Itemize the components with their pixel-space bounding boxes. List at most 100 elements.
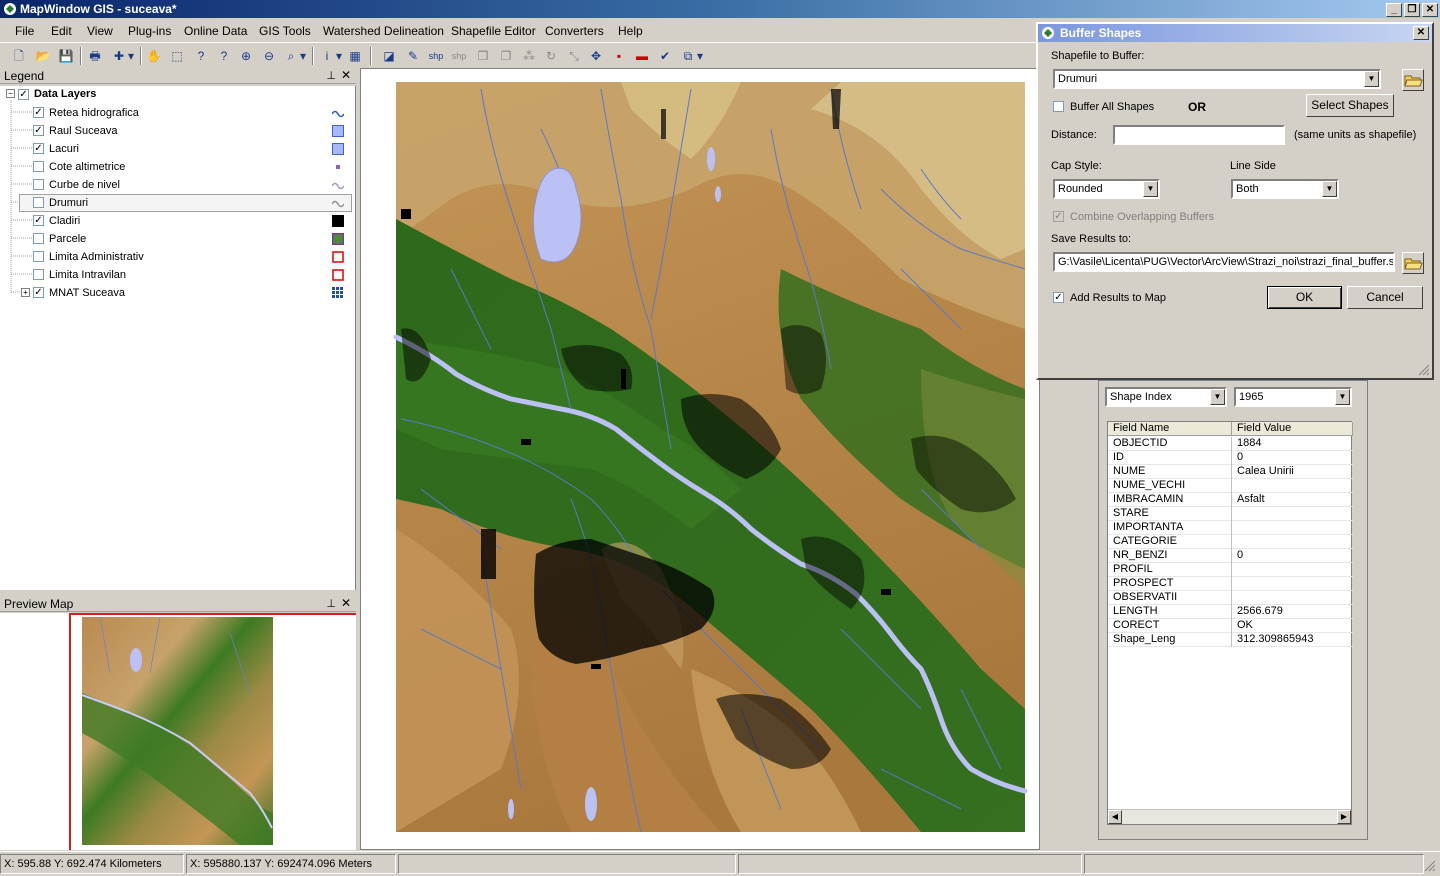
line-side-select[interactable]: Both ▼ xyxy=(1231,179,1339,199)
attribute-grid[interactable]: Field Name Field Value OBJECTID 1884 ID 0 NU… xyxy=(1107,421,1353,825)
map-view[interactable] xyxy=(360,68,1040,850)
distance-input[interactable] xyxy=(1113,125,1285,145)
layer-checkbox[interactable] xyxy=(33,161,44,172)
scroll-left-icon[interactable]: ◀ xyxy=(1108,810,1122,824)
move-icon[interactable]: ✥ xyxy=(587,47,605,65)
rotate-icon[interactable]: ↻ xyxy=(542,47,560,65)
resize-icon[interactable]: ⤡ xyxy=(565,47,583,65)
expand-icon[interactable]: + xyxy=(21,288,30,297)
preview-map[interactable] xyxy=(0,613,356,850)
info-dropdown-icon[interactable]: ▾ xyxy=(334,47,344,65)
chevron-down-icon[interactable]: ▼ xyxy=(1143,181,1158,197)
menu-view[interactable]: View xyxy=(87,24,113,38)
buffer-all-checkbox[interactable] xyxy=(1053,101,1064,112)
close-button[interactable]: ✕ xyxy=(1422,3,1438,17)
copy-shape-icon[interactable]: ❐ xyxy=(474,47,492,65)
attribute-row[interactable]: CATEGORIE xyxy=(1108,535,1353,549)
restore-button[interactable]: ❐ xyxy=(1404,3,1420,17)
add-results-checkbox[interactable]: ✓ xyxy=(1053,292,1064,303)
map-canvas[interactable] xyxy=(361,69,1039,849)
shp-tool-2-icon[interactable]: shp xyxy=(449,47,469,65)
add-shape-icon[interactable]: ✎ xyxy=(404,47,422,65)
field-value-cell[interactable]: 2566.679 xyxy=(1237,605,1283,617)
resize-grip-icon[interactable] xyxy=(1418,364,1430,376)
legend-layer-limita-administrativ[interactable]: Limita Administrativ xyxy=(0,248,356,266)
chevron-down-icon[interactable]: ▼ xyxy=(1364,71,1379,87)
chevron-down-icon[interactable]: ▼ xyxy=(1322,181,1337,197)
legend-layer-curbe-de-nivel[interactable]: Curbe de nivel xyxy=(0,176,356,194)
group-checkbox[interactable]: ✓ xyxy=(18,89,29,100)
attribute-table-icon[interactable]: ▦ xyxy=(346,47,364,65)
legend-layer-parcele[interactable]: Parcele xyxy=(0,230,356,248)
browse-save-button[interactable] xyxy=(1402,252,1424,274)
layer-checkbox[interactable]: ✓ xyxy=(33,107,44,118)
field-value-cell[interactable]: Calea Unirii xyxy=(1237,465,1294,477)
legend-layer-cladiri[interactable]: ✓ Cladiri xyxy=(0,212,356,230)
shape-index-field-select[interactable]: Shape Index ▼ xyxy=(1105,387,1227,407)
shapefile-select[interactable]: Drumuri ▼ xyxy=(1053,69,1381,89)
attribute-row[interactable]: IMPORTANTA xyxy=(1108,521,1353,535)
attribute-row[interactable]: NUME_VECHI xyxy=(1108,479,1353,493)
menu-online-data[interactable]: Online Data xyxy=(184,24,247,38)
field-value-cell[interactable]: 1884 xyxy=(1237,437,1261,449)
attribute-row[interactable]: ID 0 xyxy=(1108,451,1353,465)
field-value-cell[interactable]: 0 xyxy=(1237,549,1243,561)
attribute-row[interactable]: LENGTH 2566.679 xyxy=(1108,605,1353,619)
layer-checkbox[interactable] xyxy=(33,251,44,262)
attribute-row[interactable]: CORECT OK xyxy=(1108,619,1353,633)
pin-icon[interactable]: ⊥ xyxy=(326,597,336,610)
select-shapes-button[interactable]: Select Shapes xyxy=(1306,94,1394,117)
collapse-icon[interactable]: − xyxy=(6,89,15,98)
field-value-cell[interactable]: OK xyxy=(1237,619,1253,631)
attribute-row[interactable]: STARE xyxy=(1108,507,1353,521)
field-value-cell[interactable]: Asfalt xyxy=(1237,493,1265,505)
menu-plugins[interactable]: Plug-ins xyxy=(128,24,171,38)
menu-gis-tools[interactable]: GIS Tools xyxy=(259,24,311,38)
zoom-dropdown-icon[interactable]: ▾ xyxy=(298,47,308,65)
layer-checkbox[interactable]: ✓ xyxy=(33,287,44,298)
select-icon[interactable]: ⬚ xyxy=(168,47,186,65)
attribute-row[interactable]: NUME Calea Unirii xyxy=(1108,465,1353,479)
dialog-close-icon[interactable]: ✕ xyxy=(1413,26,1429,40)
layer-checkbox[interactable] xyxy=(33,179,44,190)
shape-index-select[interactable]: 1965 ▼ xyxy=(1234,387,1352,407)
legend-layer-limita-intravilan[interactable]: Limita Intravilan xyxy=(0,266,356,284)
preview-close-icon[interactable]: ✕ xyxy=(341,596,351,610)
open-project-icon[interactable]: 📂 xyxy=(34,47,52,65)
identify-all-icon[interactable]: ? xyxy=(215,47,233,65)
layer-checkbox[interactable]: ✓ xyxy=(33,143,44,154)
identify-icon[interactable]: ? xyxy=(192,47,210,65)
attribute-row[interactable]: PROFIL xyxy=(1108,563,1353,577)
horizontal-scrollbar[interactable]: ◀ ▶ xyxy=(1108,809,1351,824)
zoom-in-icon[interactable]: ⊕ xyxy=(237,47,255,65)
attribute-row[interactable]: OBSERVATII xyxy=(1108,591,1353,605)
pin-icon[interactable]: ⊥ xyxy=(326,69,336,82)
minimize-button[interactable]: _ xyxy=(1386,3,1402,17)
ok-button[interactable]: OK xyxy=(1267,286,1342,309)
chevron-down-icon[interactable]: ▼ xyxy=(1210,389,1225,405)
new-project-icon[interactable]: 🗋 xyxy=(10,47,28,65)
new-shapefile-icon[interactable]: ◪ xyxy=(380,47,398,65)
browse-shapefile-button[interactable] xyxy=(1402,69,1424,91)
layer-checkbox[interactable] xyxy=(33,233,44,244)
legend-layer-mnat-suceava[interactable]: + ✓ MNAT Suceava xyxy=(0,284,356,302)
attribute-row[interactable]: NR_BENZI 0 xyxy=(1108,549,1353,563)
legend-layer-raul-suceava[interactable]: ✓ Raul Suceava xyxy=(0,122,356,140)
chevron-down-icon[interactable]: ▼ xyxy=(1335,389,1350,405)
layer-checkbox[interactable]: ✓ xyxy=(33,215,44,226)
menu-shapefile-editor[interactable]: Shapefile Editor xyxy=(451,24,536,38)
snap-dropdown-icon[interactable]: ▾ xyxy=(695,47,705,65)
check-icon[interactable]: ✔ xyxy=(656,47,674,65)
attribute-row[interactable]: IMBRACAMIN Asfalt xyxy=(1108,493,1353,507)
attribute-row[interactable]: OBJECTID 1884 xyxy=(1108,437,1353,451)
menu-file[interactable]: File xyxy=(15,24,34,38)
attribute-row[interactable]: Shape_Leng 312.309865943 xyxy=(1108,633,1353,647)
shp-tool-1-icon[interactable]: shp xyxy=(426,47,446,65)
field-value-cell[interactable]: 312.309865943 xyxy=(1237,633,1313,645)
print-icon[interactable]: 🖶 xyxy=(86,47,104,65)
layer-checkbox[interactable]: ✓ xyxy=(33,125,44,136)
window-resize-grip-icon[interactable] xyxy=(1424,860,1436,872)
save-icon[interactable]: 💾 xyxy=(57,47,75,65)
scroll-right-icon[interactable]: ▶ xyxy=(1337,810,1351,824)
menu-watershed-delineation[interactable]: Watershed Delineation xyxy=(323,24,444,38)
